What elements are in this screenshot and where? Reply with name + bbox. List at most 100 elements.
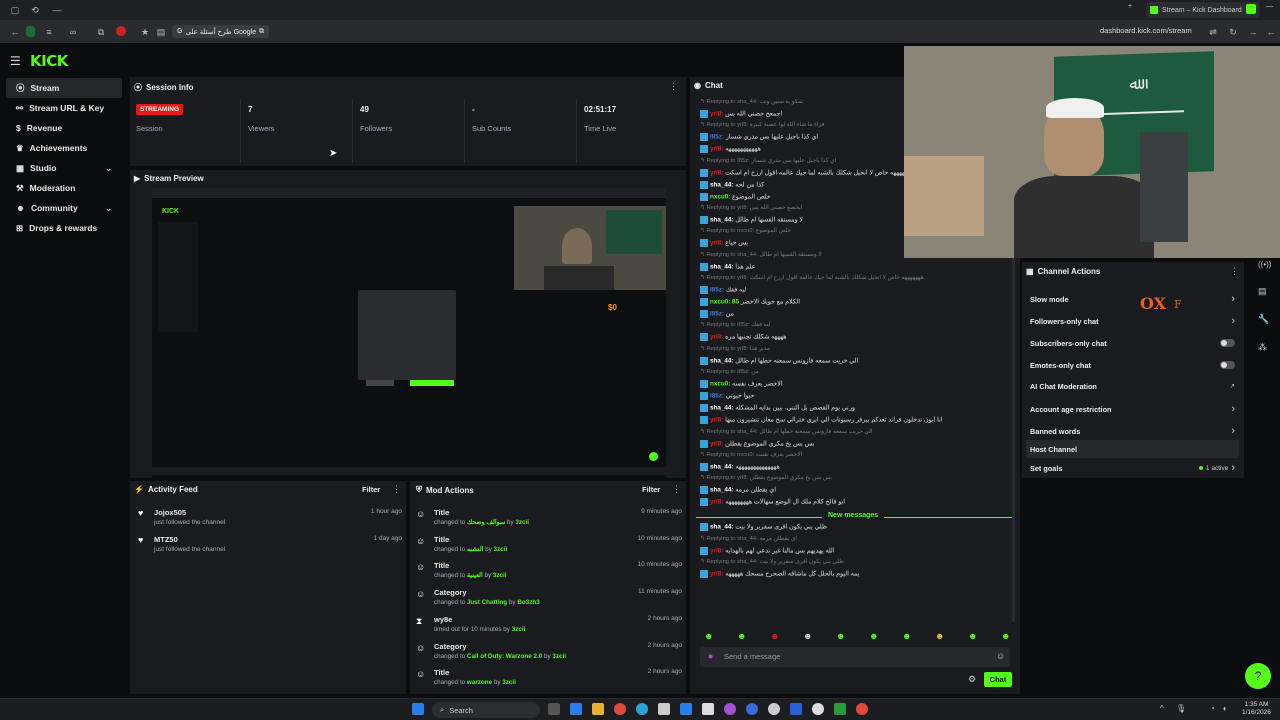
more-icon[interactable]: ⋮ xyxy=(669,81,678,92)
chat-username[interactable]: sha_44: xyxy=(710,524,733,531)
window-minimize-icon[interactable]: — xyxy=(1266,3,1273,10)
shield-extension-icon[interactable] xyxy=(26,26,35,37)
emote-icon[interactable]: ☻ xyxy=(902,631,911,641)
file-explorer-icon[interactable] xyxy=(592,703,604,715)
back-icon[interactable]: ← xyxy=(8,25,22,39)
new-tab-icon[interactable]: + xyxy=(1128,3,1132,10)
link-icon[interactable]: ∞ xyxy=(66,25,80,39)
sidepanel-icon[interactable]: ▤ xyxy=(154,25,168,39)
store-icon[interactable] xyxy=(658,703,670,715)
emote-icon[interactable]: ☻ xyxy=(869,631,878,641)
mod-action-user[interactable]: Bo3zh3 xyxy=(517,599,539,606)
mod-action-user[interactable]: 3zcii xyxy=(494,546,508,553)
channel-action-host-channel[interactable]: Host Channel xyxy=(1026,440,1239,458)
channel-action-emotes-only-chat[interactable]: Emotes-only chat xyxy=(1030,356,1235,374)
mod-action-user[interactable]: 3zcii xyxy=(502,679,516,686)
more-icon[interactable]: ⋮ xyxy=(392,484,401,495)
tray-chevron-icon[interactable]: ^ xyxy=(1160,704,1164,713)
edge-icon[interactable] xyxy=(636,703,648,715)
chat-username[interactable]: yrl8: xyxy=(710,570,723,577)
layout-icon[interactable]: ▤ xyxy=(1258,286,1267,297)
chat-username[interactable]: yrl8: xyxy=(710,440,723,447)
mod-action-user[interactable]: 3zcii xyxy=(552,653,566,660)
microphone-icon[interactable]: ● xyxy=(708,651,713,661)
task-view-icon[interactable] xyxy=(548,703,560,715)
hamburger-menu-icon[interactable]: ☰ xyxy=(10,54,21,68)
chrome-icon[interactable] xyxy=(614,703,626,715)
sidebar-item-studio[interactable]: ▦ Studio ⌄ xyxy=(6,158,122,178)
chat-username[interactable]: sha_44: xyxy=(710,357,733,364)
channel-action-slow-mode[interactable]: Slow mode › xyxy=(1030,290,1235,308)
chat-username[interactable]: sha_44: xyxy=(710,217,733,224)
channel-action-ai-chat-moderation[interactable]: AI Chat Moderation ↗ xyxy=(1030,377,1235,395)
bookmark-chip[interactable]: G طرح أسئلة على Google ⧉ xyxy=(172,25,270,38)
chat-username[interactable]: yrl8: xyxy=(710,547,723,554)
taskbar-search[interactable]: ⌕ Search xyxy=(432,702,540,718)
emote-icon[interactable]: ☻ xyxy=(770,631,779,641)
stream-video[interactable]: KICK $0 xyxy=(152,188,666,478)
word-icon[interactable] xyxy=(790,703,802,715)
chat-username[interactable]: nxcu0: 85 xyxy=(710,299,739,306)
follower-name[interactable]: Jojox505 xyxy=(154,508,186,517)
tab-kick-dashboard[interactable]: Stream – Kick Dashboard xyxy=(1146,2,1260,18)
extensions-icon[interactable]: ⧉ xyxy=(94,25,108,39)
emote-icon[interactable]: ☻ xyxy=(968,631,977,641)
more-icon[interactable]: ⋮ xyxy=(1230,266,1239,277)
follower-name[interactable]: MTZ50 xyxy=(154,535,178,544)
chat-username[interactable]: yrl8: xyxy=(710,334,723,341)
clock[interactable]: 1:35 AM 1/16/2026 xyxy=(1242,701,1271,717)
dots-icon[interactable]: ⁂ xyxy=(1258,342,1267,353)
tune-icon[interactable]: ⇌ xyxy=(1206,25,1220,39)
mod-action-user[interactable]: 3zcii xyxy=(512,626,526,633)
chat-username[interactable]: sha_44: xyxy=(710,405,733,412)
chat-settings-icon[interactable]: ⚙ xyxy=(968,674,976,685)
chat-username[interactable]: I85z: xyxy=(710,311,724,318)
sidebar-item-revenue[interactable]: $ Revenue xyxy=(6,118,122,138)
sidebar-item-moderation[interactable]: ⚒ Moderation xyxy=(6,178,122,198)
filter-icon[interactable]: ≡ xyxy=(42,25,56,39)
emoji-icon[interactable]: ☺ xyxy=(996,651,1005,661)
app-icon[interactable] xyxy=(812,703,824,715)
kick-extension-icon[interactable] xyxy=(1246,4,1256,14)
mod-filter-button[interactable]: Filter xyxy=(642,485,660,494)
url-text[interactable]: dashboard.kick.com/stream xyxy=(1100,26,1192,35)
app-icon[interactable] xyxy=(702,703,714,715)
chat-username[interactable]: yrl8: xyxy=(710,169,723,176)
chat-username[interactable]: yrl8: xyxy=(710,111,723,118)
wrench-icon[interactable]: 🔧 xyxy=(1258,314,1269,325)
record-extension-icon[interactable] xyxy=(116,26,126,36)
channel-action-subscribers-only-chat[interactable]: Subscribers-only chat xyxy=(1030,334,1235,352)
chat-username[interactable]: yrl8: xyxy=(710,417,723,424)
kick-logo[interactable]: KICK xyxy=(30,52,68,70)
help-button[interactable]: ? xyxy=(1245,663,1271,689)
minimize-icon[interactable]: — xyxy=(50,3,64,17)
emote-icon[interactable]: ☻ xyxy=(1001,631,1010,641)
back-arrow-icon[interactable]: ← xyxy=(1264,25,1278,39)
emote-icon[interactable]: ☻ xyxy=(737,631,746,641)
windows-start-icon[interactable] xyxy=(412,703,424,715)
xbox-icon[interactable] xyxy=(834,703,846,715)
channel-action-followers-only-chat[interactable]: Followers-only chat › xyxy=(1030,312,1235,330)
app-icon[interactable] xyxy=(746,703,758,715)
chat-username[interactable]: yrl8: xyxy=(710,146,723,153)
obs-icon[interactable] xyxy=(768,703,780,715)
app-icon[interactable] xyxy=(856,703,868,715)
channel-action-set-goals[interactable]: Set goals 1 active › xyxy=(1030,459,1235,477)
channel-action-account-age-restriction[interactable]: Account age restriction › xyxy=(1030,400,1235,418)
chat-username[interactable]: yrl8: xyxy=(710,240,723,247)
app-icon[interactable] xyxy=(724,703,736,715)
mod-action-user[interactable]: 3zcii xyxy=(515,519,529,526)
volume-icon[interactable]: ◖ xyxy=(1222,704,1227,713)
toggle-switch[interactable] xyxy=(1220,339,1235,347)
sidebar-item-achievements[interactable]: ♛ Achievements xyxy=(6,138,122,158)
chat-input[interactable]: ● Send a message ☺ xyxy=(700,647,1010,667)
forward-icon[interactable]: → xyxy=(1246,25,1260,39)
channel-action-banned-words[interactable]: Banned words › xyxy=(1030,422,1235,440)
chat-username[interactable]: nxcu0: xyxy=(710,380,730,387)
emote-icon[interactable]: ☻ xyxy=(935,631,944,641)
sidebar-item-drops[interactable]: ⊞ Drops & rewards xyxy=(6,218,122,238)
activity-filter-button[interactable]: Filter xyxy=(362,485,380,494)
chat-username[interactable]: sha_44: xyxy=(710,487,733,494)
broadcast-icon[interactable]: ((•)) xyxy=(1258,260,1271,269)
history-icon[interactable]: ⟲ xyxy=(28,3,42,17)
